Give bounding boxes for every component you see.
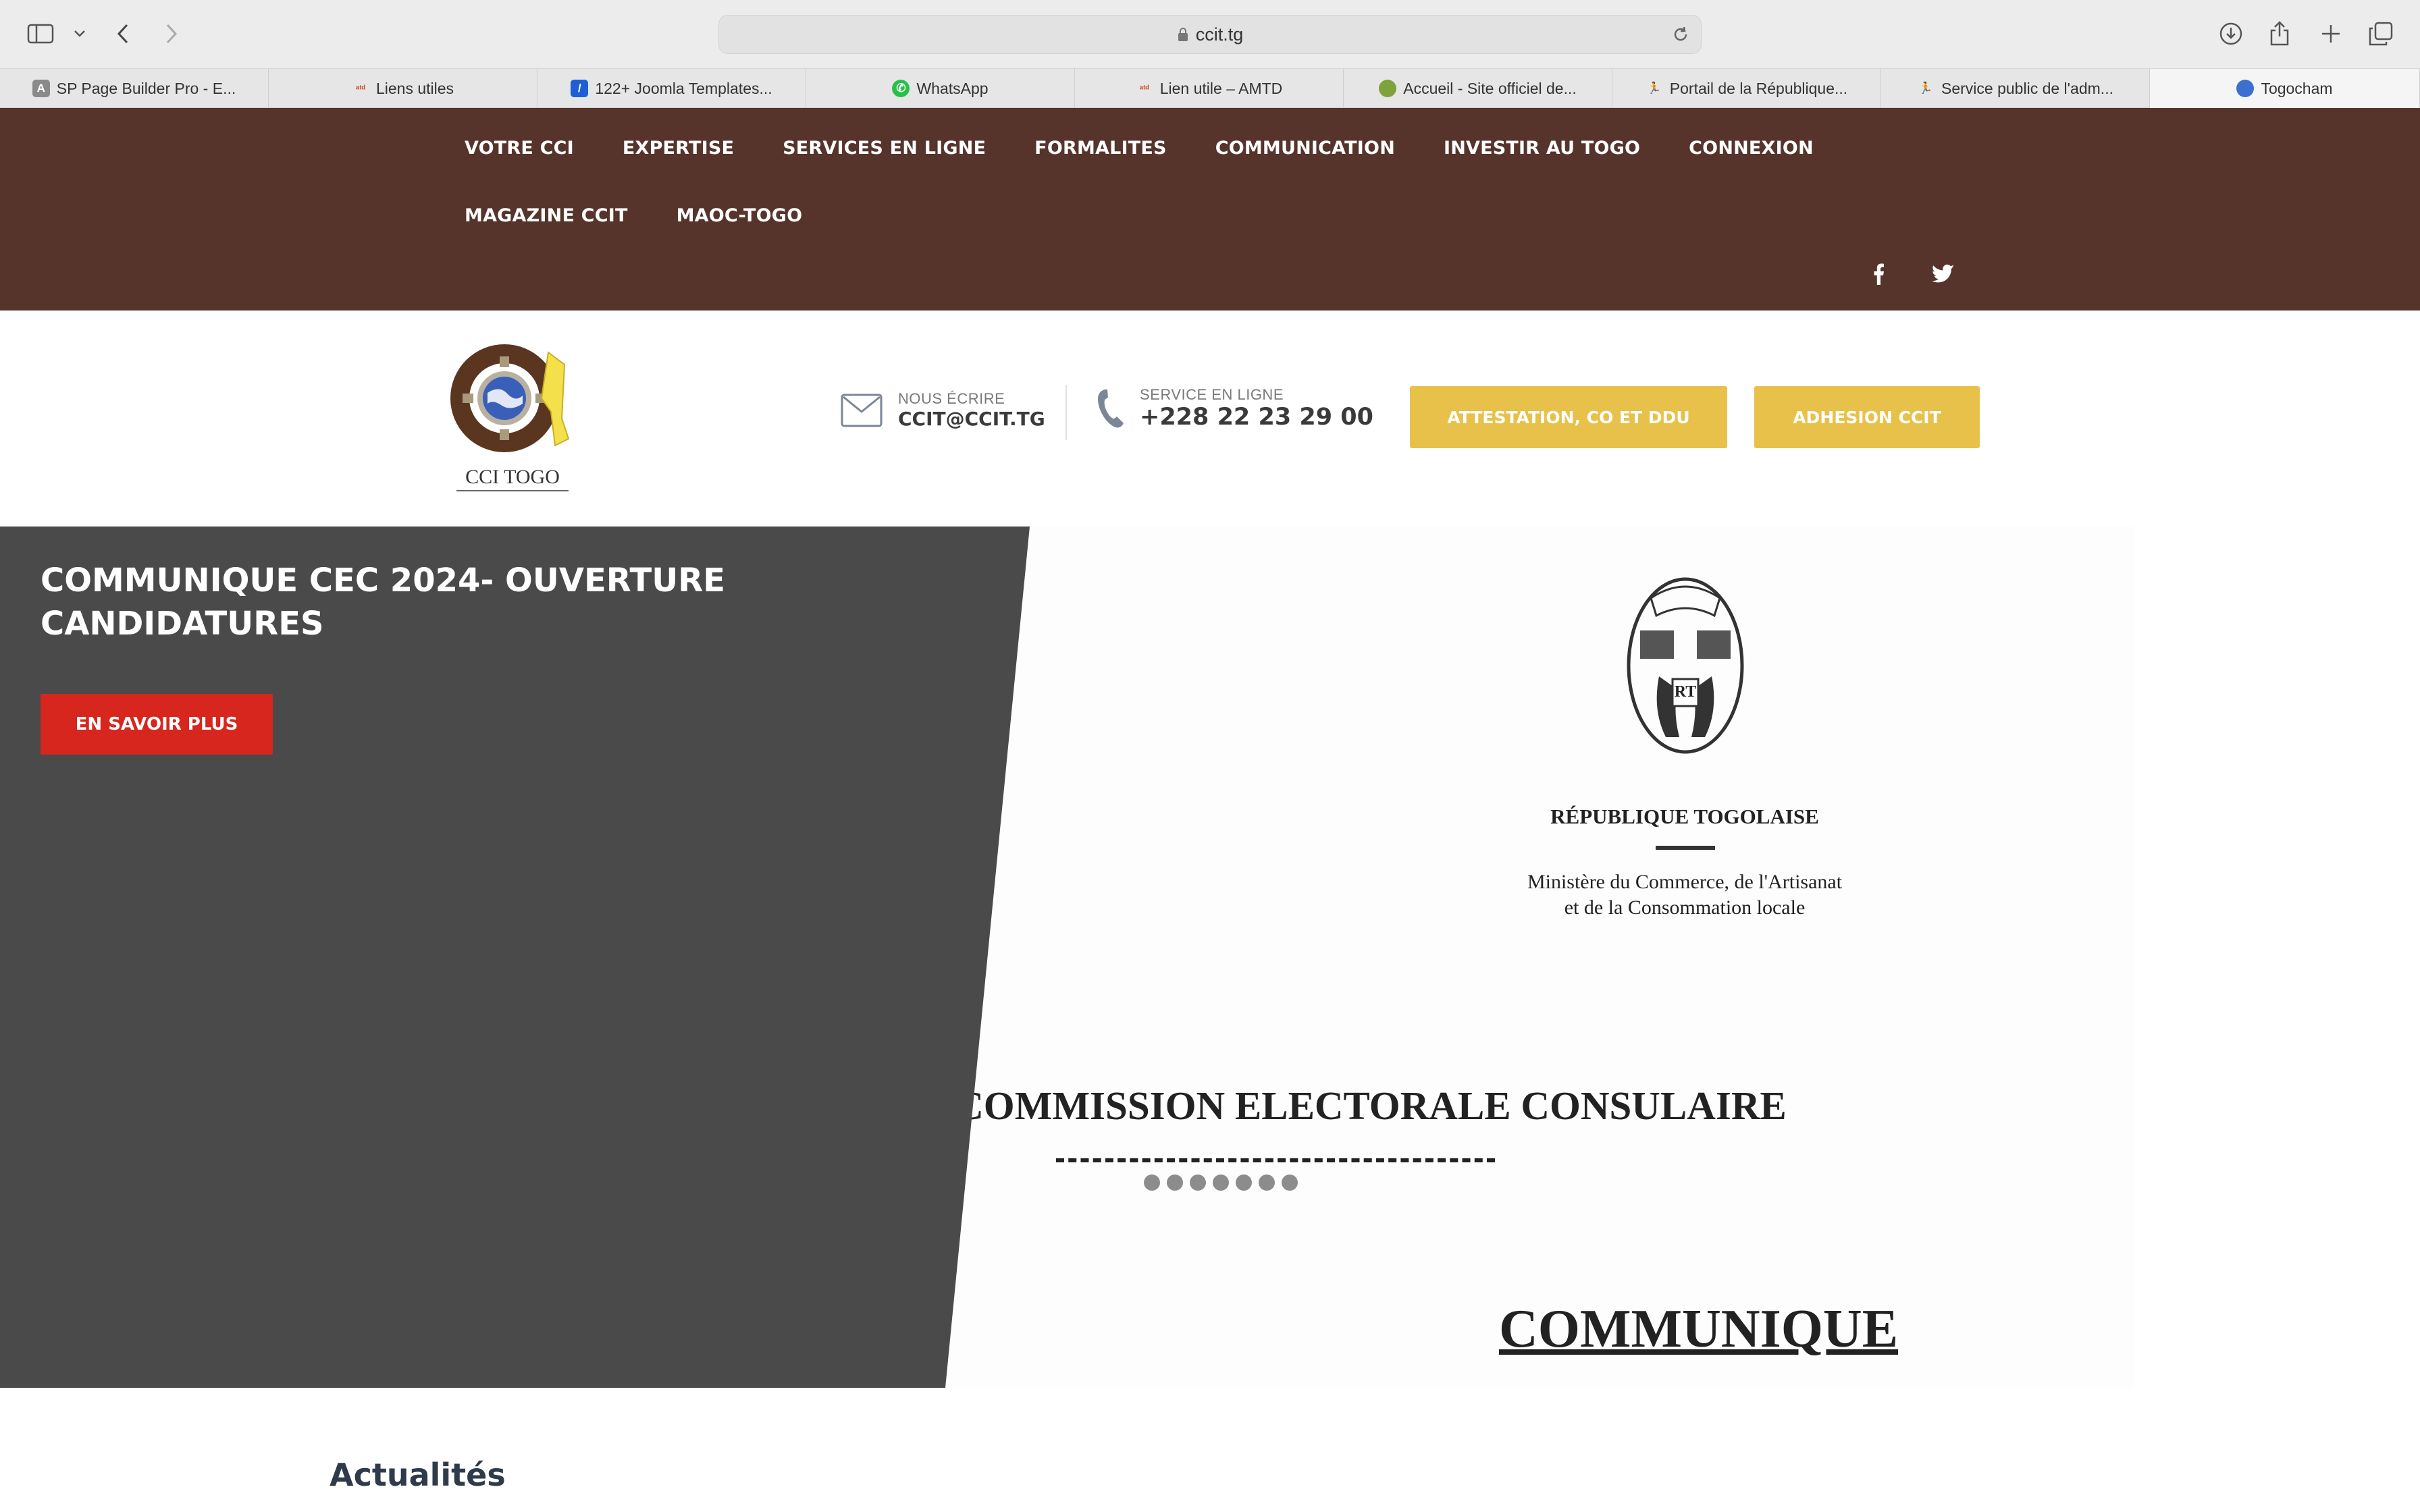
runner-icon: 🏃 [1918, 82, 1933, 94]
nav-item-communication[interactable]: COMMUNICATION [1215, 128, 1444, 196]
globe-icon [2236, 80, 2255, 97]
site-icon: ᵃᵗᵈ [356, 83, 365, 94]
tab-joomla-templates[interactable]: / 122+ Joomla Templates... [537, 69, 806, 108]
header-info-bar: CCI TOGO NOUS ÉCRIRE CCIT@CCIT.TG SERVIC… [0, 310, 2420, 526]
nav-item-services-en-ligne[interactable]: SERVICES EN LIGNE [783, 128, 1034, 196]
tab-bar: A SP Page Builder Pro - E... ᵃᵗᵈ Liens u… [0, 69, 2420, 108]
tab-overview-icon[interactable] [2365, 18, 2397, 50]
email-label: NOUS ÉCRIRE [898, 390, 1005, 407]
sidebar-toggle-icon[interactable] [24, 18, 57, 50]
chevron-down-icon[interactable] [63, 18, 96, 50]
phone-contact[interactable]: SERVICE EN LIGNE +228 22 23 29 00 [1095, 386, 1373, 431]
nav-item-expertise[interactable]: EXPERTISE [623, 128, 783, 196]
tab-label: SP Page Builder Pro - E... [56, 79, 236, 97]
republic-seal: RT [1625, 575, 1745, 756]
email-value[interactable]: CCIT@CCIT.TG [898, 408, 1045, 430]
phone-icon [1098, 389, 1124, 428]
nav-item-magazine-ccit[interactable]: MAGAZINE CCIT [465, 196, 677, 263]
nav-item-maoc-togo[interactable]: MAOC-TOGO [677, 196, 851, 263]
tab-label: Portail de la République... [1669, 79, 1848, 97]
tab-sp-page-builder[interactable]: A SP Page Builder Pro - E... [0, 69, 269, 108]
tab-accueil[interactable]: Accueil - Site officiel de... [1344, 69, 1612, 108]
logo-underline [456, 490, 569, 491]
mail-icon [841, 394, 883, 427]
hero-caption-panel: COMMUNIQUE CEC 2024- OUVERTURE CANDIDATU… [0, 526, 1030, 1388]
tab-label: Lien utile – AMTD [1159, 79, 1283, 97]
tab-label: Accueil - Site officiel de... [1403, 79, 1577, 97]
slide-dot[interactable] [1259, 1174, 1275, 1191]
runner-icon: 🏃 [1647, 82, 1662, 94]
ministry-line-1: Ministère du Commerce, de l'Artisanat [1527, 871, 1843, 893]
lock-icon [1178, 28, 1188, 41]
tab-label: Liens utiles [375, 79, 454, 97]
slide-dot[interactable] [1144, 1174, 1160, 1191]
republic-underline [1656, 846, 1715, 850]
dashed-separator [1056, 1158, 1495, 1162]
site-icon: ᵃᵗᵈ [1139, 83, 1149, 94]
attestation-button[interactable]: ATTESTATION, CO ET DDU [1410, 386, 1727, 448]
news-section-title: Actualités [330, 1457, 506, 1493]
slide-dot[interactable] [1282, 1174, 1298, 1191]
en-savoir-plus-button[interactable]: EN SAVOIR PLUS [41, 694, 273, 755]
slide-dot[interactable] [1190, 1174, 1206, 1191]
adhesion-button[interactable]: ADHESION CCIT [1754, 386, 1980, 448]
browser-toolbar: ccit.tg [0, 0, 2420, 69]
communique-heading: COMMUNIQUE [1499, 1299, 1899, 1359]
facebook-icon[interactable] [1866, 262, 1891, 286]
url-text: ccit.tg [1195, 24, 1244, 45]
cci-togo-logo[interactable]: CCI TOGO [440, 338, 582, 500]
tab-togocham[interactable]: Togocham [2150, 69, 2420, 108]
a-square-icon: A [32, 80, 50, 97]
reload-icon[interactable] [1671, 25, 1690, 44]
whatsapp-icon: ✆ [892, 80, 910, 97]
phone-label: SERVICE EN LIGNE [1140, 386, 1284, 403]
logo-text: CCI TOGO [465, 466, 560, 488]
nav-item-investir-au-togo[interactable]: INVESTIR AU TOGO [1444, 128, 1689, 196]
tab-service-public[interactable]: 🏃 Service public de l'adm... [1881, 69, 2150, 108]
slide-dot[interactable] [1167, 1174, 1183, 1191]
commission-heading: COMMISSION ELECTORALE CONSULAIRE [955, 1083, 1787, 1128]
hero-title: COMMUNIQUE CEC 2024- OUVERTURE CANDIDATU… [41, 562, 726, 643]
share-icon[interactable] [2263, 18, 2296, 50]
slider-pagination [1144, 1174, 1298, 1191]
tab-portail-republique[interactable]: 🏃 Portail de la République... [1612, 69, 1881, 108]
slide-dot[interactable] [1213, 1174, 1229, 1191]
back-icon[interactable] [107, 18, 139, 50]
hero-slider: RT RÉPUBLIQUE TOGOLAISE Ministère du Com… [0, 526, 2420, 1388]
seal-label: RT [1674, 683, 1697, 701]
twitter-icon[interactable] [1931, 262, 1955, 286]
nav-item-formalites[interactable]: FORMALITES [1034, 128, 1215, 196]
download-icon[interactable] [2215, 18, 2247, 50]
tab-whatsapp[interactable]: ✆ WhatsApp [806, 69, 1075, 108]
new-tab-icon[interactable] [2315, 18, 2347, 50]
tab-label: Togocham [2261, 79, 2333, 97]
ministry-line-2: et de la Consommation locale [1564, 896, 1806, 919]
email-contact[interactable]: NOUS ÉCRIRE CCIT@CCIT.TG [840, 390, 1045, 430]
tab-amtd[interactable]: ᵃᵗᵈ Lien utile – AMTD [1075, 69, 1344, 108]
joomla-icon: / [571, 80, 589, 97]
phone-value[interactable]: +228 22 23 29 00 [1140, 404, 1373, 431]
nav-item-votre-cci[interactable]: VOTRE CCI [465, 128, 623, 196]
nav-menu: VOTRE CCI EXPERTISE SERVICES EN LIGNE FO… [465, 128, 1937, 263]
tab-label: Service public de l'adm... [1941, 79, 2113, 97]
main-navigation: VOTRE CCI EXPERTISE SERVICES EN LIGNE FO… [0, 108, 2420, 310]
tab-liens-utiles[interactable]: ᵃᵗᵈ Liens utiles [269, 69, 537, 108]
communique-document-image: RT RÉPUBLIQUE TOGOLAISE Ministère du Com… [932, 526, 2134, 1388]
tab-label: WhatsApp [916, 79, 989, 97]
slide-dot[interactable] [1236, 1174, 1252, 1191]
nav-item-connexion[interactable]: CONNEXION [1689, 128, 1862, 196]
forward-icon[interactable] [155, 18, 188, 50]
address-bar[interactable]: ccit.tg [718, 15, 1702, 54]
contact-divider [1066, 385, 1067, 440]
site-icon [1379, 80, 1397, 97]
republic-heading: RÉPUBLIQUE TOGOLAISE [1550, 805, 1819, 828]
tab-label: 122+ Joomla Templates... [595, 79, 772, 97]
